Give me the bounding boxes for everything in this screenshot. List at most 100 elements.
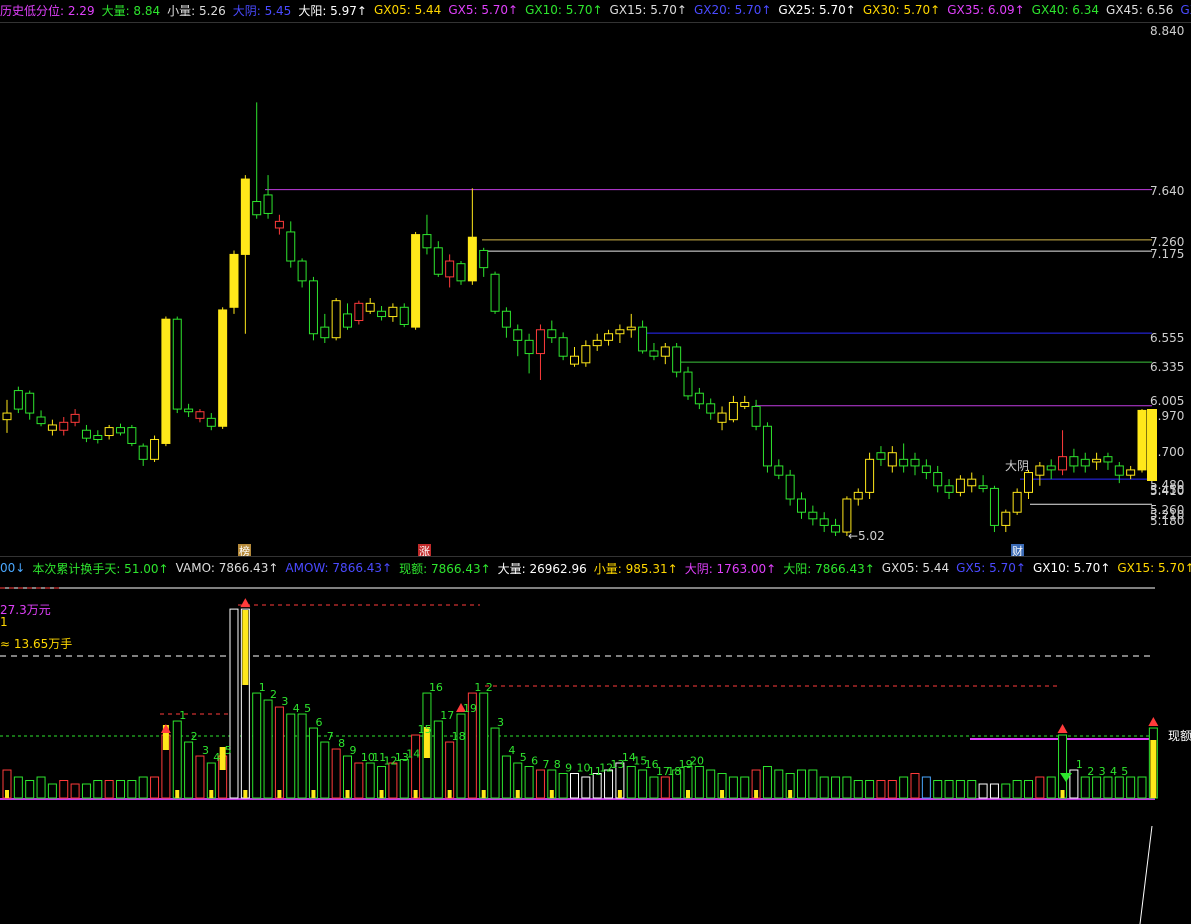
candle-68 <box>774 465 784 476</box>
vol-indicator-7: 大阴: 1763.00↑ <box>684 561 777 576</box>
candle-27 <box>308 280 318 335</box>
candle-98 <box>1114 465 1124 476</box>
vol-count-label-32: 9 <box>565 762 572 775</box>
vol-yellow-4 <box>1150 740 1157 798</box>
candle-81 <box>921 465 931 474</box>
vol-bar-25 <box>286 713 296 799</box>
vol-bar-22 <box>252 692 262 799</box>
vol-count-label-23: 19 <box>463 702 477 715</box>
vol-count-label-3: 4 <box>213 751 220 764</box>
candle-72 <box>819 518 829 526</box>
candle-58 <box>660 346 670 357</box>
candle-34 <box>388 306 398 318</box>
candle-11 <box>127 427 137 444</box>
vol-inner-yellow-93 <box>1060 790 1065 798</box>
vol-bar-1 <box>13 776 23 799</box>
candle-76 <box>865 458 875 493</box>
vol-bar-65 <box>740 776 750 799</box>
price-axis-label-1: 7.640 <box>1150 184 1184 198</box>
vol-bar-95 <box>1080 776 1090 799</box>
peak-marker-3 <box>1057 724 1068 734</box>
vol-count-label-28: 5 <box>520 751 527 764</box>
divider <box>0 556 1191 557</box>
vol-count-label-0: 1 <box>179 709 186 722</box>
vol-inner-yellow-45 <box>515 790 520 798</box>
vol-count-label-30: 7 <box>542 758 549 771</box>
vol-count-label-26: 3 <box>497 716 504 729</box>
candle-9 <box>104 427 114 437</box>
candle-84 <box>955 478 965 493</box>
candlestick-chart[interactable]: 8.8407.6407.2607.1756.5556.3356.0055.970… <box>0 0 1191 924</box>
candle-55 <box>626 326 636 331</box>
candle-67 <box>762 425 772 467</box>
vol-bar-55 <box>626 766 636 799</box>
vol-bar-47 <box>535 769 545 799</box>
vol-count-label-24: 1 <box>474 681 481 694</box>
vol-inner-yellow-69 <box>788 790 793 798</box>
candle-71 <box>808 511 818 520</box>
candle-10 <box>116 427 125 434</box>
vol-bar-92 <box>1046 776 1056 799</box>
candle-19 <box>218 309 228 427</box>
vol-indicator-11: GX10: 5.70↑ <box>1032 561 1111 575</box>
candle-74 <box>842 498 852 533</box>
vol-bar-84 <box>955 780 965 799</box>
vol-bar-13 <box>150 776 160 799</box>
candle-70 <box>797 498 806 513</box>
vol-count-label-6: 2 <box>270 688 277 701</box>
vol-indicator-8: 大阳: 7866.43↑ <box>783 561 875 576</box>
vol-inner-yellow-60 <box>686 790 690 798</box>
vol-bar-32 <box>365 762 375 799</box>
candle-99 <box>1126 469 1136 476</box>
vol-bar-68 <box>774 769 784 799</box>
vol-bar-89 <box>1012 780 1022 799</box>
vol-bar-64 <box>728 776 738 799</box>
vol-inner-yellow-18 <box>209 790 214 798</box>
vol-bar-5 <box>59 780 69 799</box>
vol-bar-72 <box>819 776 829 799</box>
vol-bar-26 <box>297 713 307 799</box>
price-axis-label-0: 8.840 <box>1150 24 1184 38</box>
candle-39 <box>445 260 455 278</box>
vol-bar-75 <box>853 780 863 799</box>
vol-count-label-1: 2 <box>191 730 198 743</box>
candle-13 <box>150 438 160 460</box>
candle-66 <box>751 405 761 427</box>
vol-bar-100 <box>1137 776 1147 799</box>
vol-count-label-22: 18 <box>452 730 466 743</box>
da-yin-annotation: 大阴 <box>1005 459 1029 473</box>
vol-count-label-21: 17 <box>440 709 454 722</box>
vol-count-label-27: 4 <box>508 744 515 757</box>
vol-bar-51 <box>581 776 591 799</box>
vol-bar-70 <box>797 769 806 799</box>
vol-bar-35 <box>399 759 409 799</box>
candle-16 <box>184 408 194 413</box>
peak-marker-0 <box>160 724 171 734</box>
vol-count-label-43: 20 <box>690 755 704 768</box>
candle-8 <box>93 435 103 440</box>
vol-bar-81 <box>921 776 931 799</box>
vol-indicator-2: VAMO: 7866.43↑ <box>175 561 279 575</box>
candle-18 <box>206 417 216 427</box>
vol-count-label-31: 8 <box>554 758 561 771</box>
vol-bar-8 <box>93 780 103 799</box>
candle-25 <box>286 231 296 262</box>
vol-inner-yellow-24 <box>277 790 282 798</box>
candle-65 <box>740 401 750 407</box>
candle-62 <box>706 403 716 414</box>
vol-bar-87 <box>989 783 999 799</box>
vol-bar-49 <box>558 773 568 799</box>
vol-indicator-5: 大量: 26962.96 <box>497 561 587 576</box>
candle-45 <box>513 329 523 341</box>
vol-indicator-6: 小量: 985.31↑ <box>593 561 678 576</box>
vol-inner-yellow-33 <box>379 790 384 798</box>
vol-inner-yellow-15 <box>175 790 180 798</box>
vol-inner-yellow-63 <box>720 790 725 798</box>
vol-bar-7 <box>81 783 91 799</box>
candle-75 <box>853 491 863 500</box>
candle-20 <box>229 253 239 308</box>
candle-14 <box>161 318 171 444</box>
vol-count-label-47: 4 <box>1110 765 1117 778</box>
candle-40 <box>456 263 466 282</box>
candle-4 <box>47 424 57 431</box>
